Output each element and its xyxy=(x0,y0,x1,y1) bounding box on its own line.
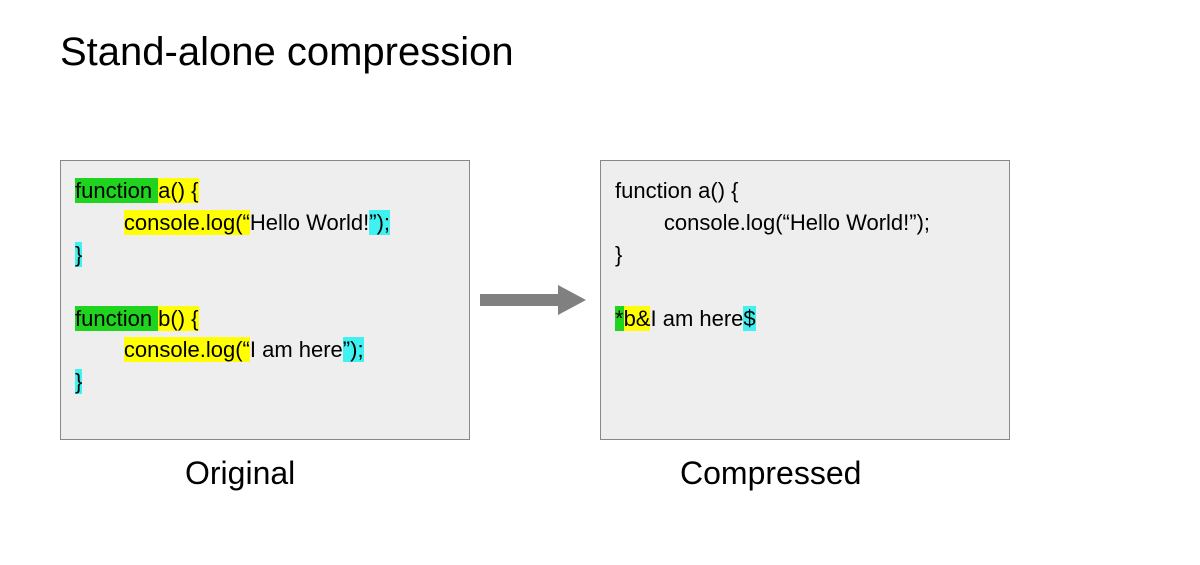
end-highlight: $ xyxy=(743,306,755,331)
close-highlight: } xyxy=(75,242,82,267)
original-fn-b-body: console.log(“I am here”); xyxy=(75,334,455,366)
original-fn-b: function b() { xyxy=(75,303,455,335)
original-fn-b-close: } xyxy=(75,366,455,398)
blank-line xyxy=(615,271,995,303)
compressed-fn-a-line2: console.log(“Hello World!”); xyxy=(615,207,995,239)
arg-text: I am here xyxy=(250,337,343,362)
page-title: Stand-alone compression xyxy=(60,30,514,75)
close-highlight: } xyxy=(75,369,82,394)
mid-highlight: b& xyxy=(624,306,651,331)
arrow-icon xyxy=(480,285,590,315)
original-caption: Original xyxy=(185,455,295,492)
arg-text: I am here xyxy=(650,306,743,331)
arg-text: Hello World! xyxy=(250,210,369,235)
tail-highlight: ”); xyxy=(343,337,364,362)
signature-highlight: b() { xyxy=(158,306,198,331)
original-code-panel: function a() { console.log(“Hello World!… xyxy=(60,160,470,440)
signature-highlight: a() { xyxy=(158,178,198,203)
keyword-highlight: function xyxy=(75,306,158,331)
call-highlight: console.log(“ xyxy=(124,210,250,235)
original-fn-a-close: } xyxy=(75,239,455,271)
original-fn-a-body: console.log(“Hello World!”); xyxy=(75,207,455,239)
compressed-fn-a-line3: } xyxy=(615,239,995,271)
call-highlight: console.log(“ xyxy=(124,337,250,362)
original-fn-a: function a() { xyxy=(75,175,455,207)
compressed-caption: Compressed xyxy=(680,455,861,492)
tail-highlight: ”); xyxy=(369,210,390,235)
blank-line xyxy=(75,271,455,303)
keyword-highlight: function xyxy=(75,178,158,203)
compressed-code-panel: function a() { console.log(“Hello World!… xyxy=(600,160,1010,440)
compressed-fn-b: *b&I am here$ xyxy=(615,303,995,335)
compressed-fn-a-line1: function a() { xyxy=(615,175,995,207)
star-highlight: * xyxy=(615,306,624,331)
